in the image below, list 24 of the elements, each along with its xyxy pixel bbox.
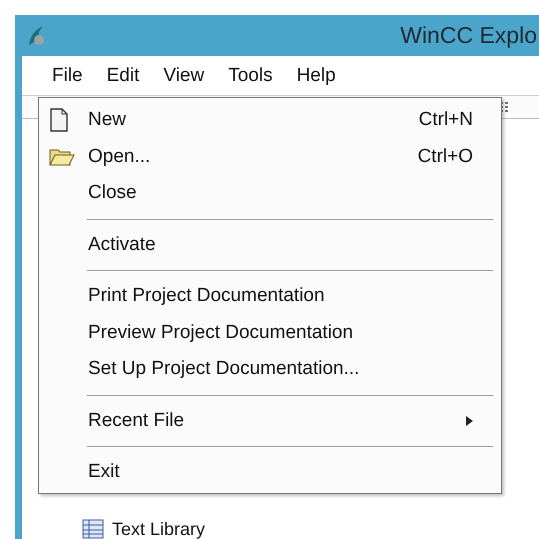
tree-item[interactable]: Text Library [112, 519, 206, 539]
table-icon [82, 519, 104, 539]
menu-title[interactable]: Tools [218, 60, 283, 91]
menu-item[interactable]: Exit [88, 461, 473, 484]
document-icon [49, 108, 69, 132]
submenu-arrow-icon [466, 416, 473, 426]
menu-item[interactable]: Print Project Documentation [88, 285, 473, 308]
app-logo-icon [27, 24, 47, 47]
menu-item[interactable]: Preview Project Documentation [88, 322, 473, 344]
menu-title[interactable]: Edit [96, 60, 150, 91]
menu-title[interactable]: Help [286, 60, 346, 91]
menu-item[interactable]: Activate [88, 234, 473, 256]
menu-item[interactable]: Open... [88, 146, 418, 168]
menu-title[interactable]: File [42, 60, 93, 91]
shortcut-text: Ctrl+N [418, 109, 473, 132]
menu-item[interactable]: Recent File [88, 410, 466, 432]
menu-item[interactable]: New [88, 109, 419, 132]
toolbar-icon[interactable] [499, 100, 509, 114]
folder-icon [49, 146, 75, 167]
menu-item[interactable]: Close [88, 182, 473, 204]
menu-item[interactable]: Set Up Project Documentation... [88, 358, 473, 380]
window-title: WinCC Explo [400, 22, 537, 50]
shortcut-text: Ctrl+O [418, 146, 473, 168]
menu-title[interactable]: View [153, 60, 214, 91]
